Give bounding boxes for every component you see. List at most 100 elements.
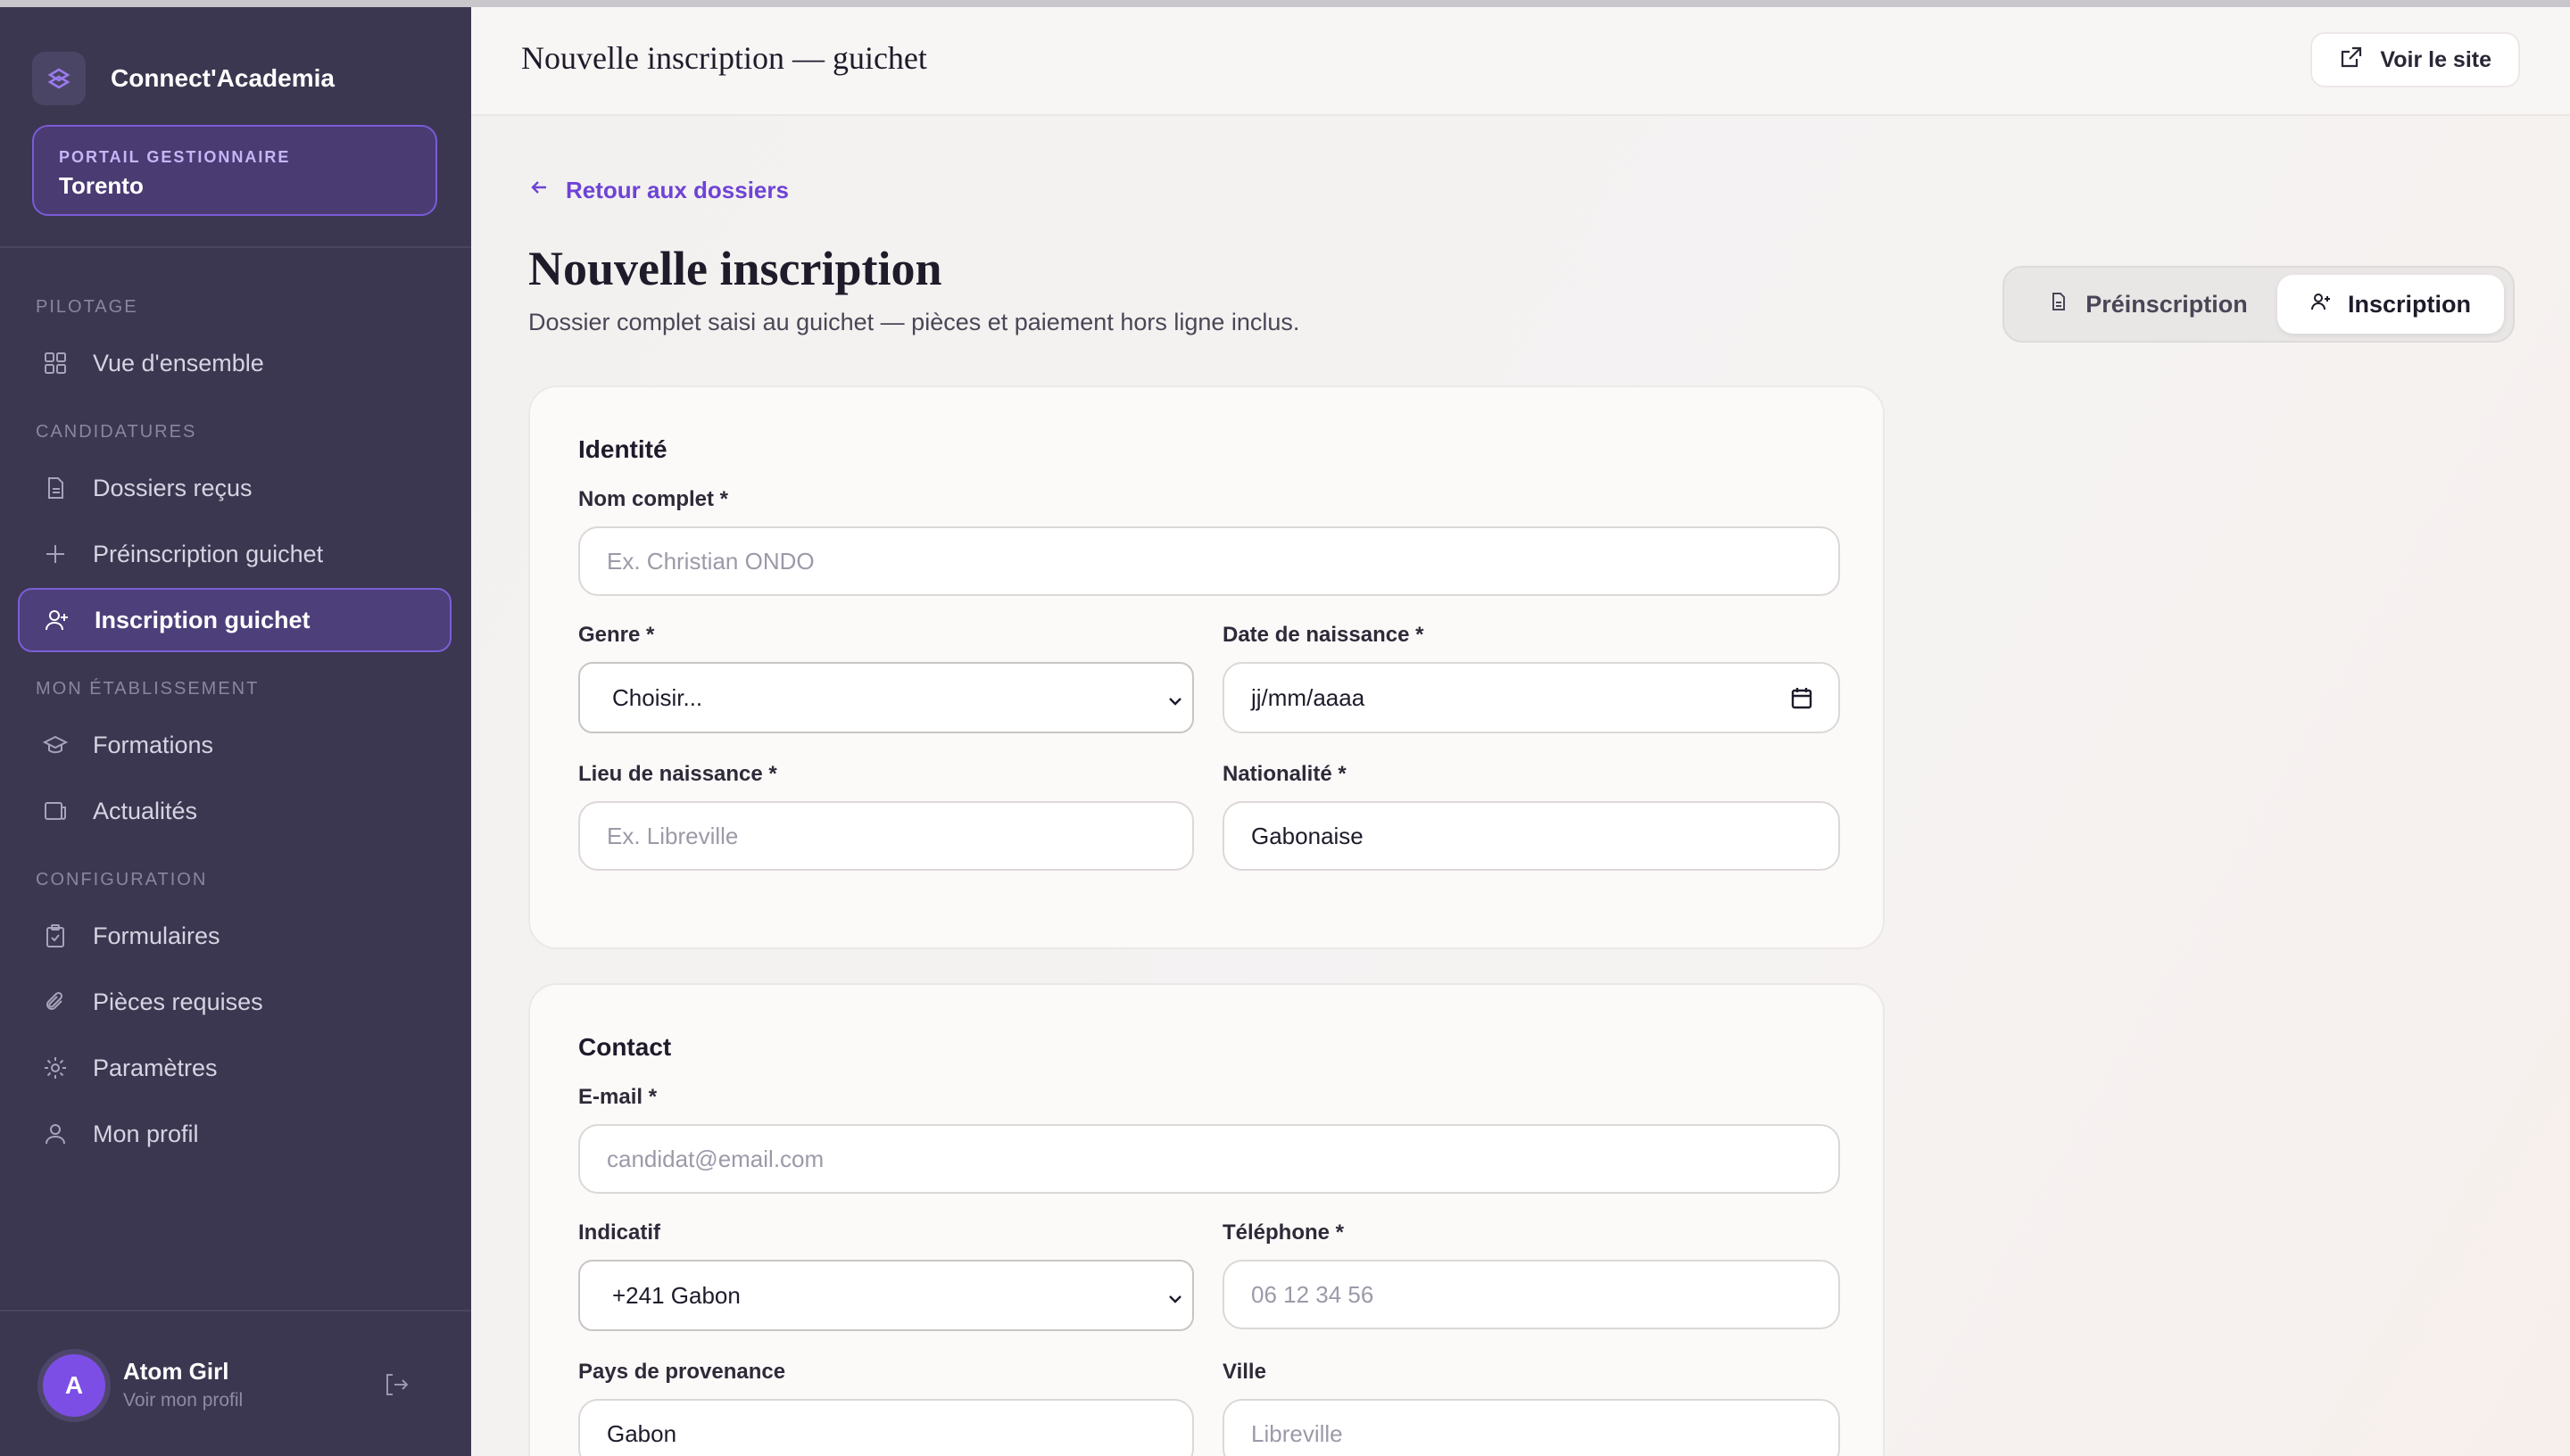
gender-value: Choisir... xyxy=(612,683,703,711)
graduation-cap-icon xyxy=(41,731,70,759)
country-label: Pays de provenance xyxy=(578,1360,786,1384)
birthplace-placeholder: Ex. Libreville xyxy=(607,822,739,849)
email-label: E-mail * xyxy=(578,1085,658,1109)
tab-label: Inscription xyxy=(2347,290,2471,318)
page-title: Nouvelle inscription xyxy=(528,242,942,295)
sidebar-item-label: Préinscription guichet xyxy=(93,540,324,567)
full-name-input[interactable]: Ex. Christian ONDO xyxy=(578,526,1840,596)
email-field[interactable]: candidat@email.com xyxy=(578,1124,1840,1194)
grid-icon xyxy=(41,349,70,377)
birthplace-label: Lieu de naissance * xyxy=(578,762,777,786)
birthplace-input[interactable]: Ex. Libreville xyxy=(578,801,1194,871)
sidebar-item-actualites[interactable]: Actualités xyxy=(18,779,452,843)
paperclip-icon xyxy=(41,988,70,1016)
sidebar-item-label: Pièces requises xyxy=(93,988,263,1015)
birthdate-label: Date de naissance * xyxy=(1223,623,1424,647)
brand[interactable]: Connect'Academia xyxy=(32,52,335,105)
contact-title: Contact xyxy=(578,1033,672,1061)
avatar[interactable]: A xyxy=(43,1354,105,1417)
portal-badge: PORTAIL GESTIONNAIRE Torento xyxy=(32,125,437,216)
sidebar-item-pieces[interactable]: Pièces requises xyxy=(18,970,452,1034)
window-top-border xyxy=(0,0,2570,7)
full-name-placeholder: Ex. Christian ONDO xyxy=(607,547,815,575)
dial-code-select[interactable]: +241 Gabon xyxy=(578,1260,1194,1331)
clipboard-check-icon xyxy=(41,922,70,950)
sidebar-item-label: Vue d'ensemble xyxy=(93,349,264,376)
view-site-button[interactable]: Voir le site xyxy=(2310,32,2520,87)
back-link[interactable]: Retour aux dossiers xyxy=(528,177,789,204)
sidebar-item-formations[interactable]: Formations xyxy=(18,713,452,777)
sidebar-item-label: Dossiers reçus xyxy=(93,474,253,501)
nationality-label: Nationalité * xyxy=(1223,762,1347,786)
sidebar-item-label: Actualités xyxy=(93,797,198,824)
sidebar-item-label: Inscription guichet xyxy=(95,606,311,633)
tab-preinscription[interactable]: Préinscription xyxy=(2011,275,2284,334)
mode-toggle: Préinscription Inscription xyxy=(2002,266,2515,343)
file-icon xyxy=(41,474,70,502)
phone-placeholder: 06 12 34 56 xyxy=(1251,1280,1374,1308)
chevron-down-icon xyxy=(1165,1286,1187,1304)
calendar-icon[interactable] xyxy=(1790,685,1813,710)
dial-code-label: Indicatif xyxy=(578,1220,661,1245)
user-icon xyxy=(41,1120,70,1148)
gender-label: Genre * xyxy=(578,623,655,647)
sidebar-item-preinscription[interactable]: Préinscription guichet xyxy=(18,522,452,586)
city-placeholder: Libreville xyxy=(1251,1419,1343,1447)
brand-name: Connect'Academia xyxy=(111,64,335,92)
sidebar-item-profil[interactable]: Mon profil xyxy=(18,1102,452,1166)
phone-input[interactable]: 06 12 34 56 xyxy=(1223,1260,1840,1329)
identity-card: Identité Nom complet * Ex. Christian OND… xyxy=(528,385,1885,949)
top-header: Nouvelle inscription — guichet Voir le s… xyxy=(471,7,2570,116)
user-panel: A Atom Girl Voir mon profil xyxy=(0,1310,471,1456)
plus-icon xyxy=(41,540,70,568)
country-value: Gabon xyxy=(607,1419,677,1447)
nav-section-candidatures: CANDIDATURES xyxy=(36,422,197,442)
header-title: Nouvelle inscription — guichet xyxy=(521,40,927,76)
email-placeholder: candidat@email.com xyxy=(607,1145,825,1172)
main-content: Retour aux dossiers Nouvelle inscription… xyxy=(471,116,2570,1456)
sidebar: Connect'Academia PORTAIL GESTIONNAIRE To… xyxy=(0,7,471,1456)
nationality-input[interactable]: Gabonaise xyxy=(1223,801,1840,871)
sidebar-item-overview[interactable]: Vue d'ensemble xyxy=(18,331,452,395)
birthdate-value: jj/mm/aaaa xyxy=(1251,683,1365,711)
tab-inscription[interactable]: Inscription xyxy=(2277,275,2504,334)
identity-title: Identité xyxy=(578,435,667,463)
dial-code-value: +241 Gabon xyxy=(612,1281,741,1309)
full-name-label: Nom complet * xyxy=(578,487,729,511)
portal-name: Torento xyxy=(59,172,144,199)
sidebar-item-label: Mon profil xyxy=(93,1120,199,1147)
sidebar-divider xyxy=(0,246,471,248)
gear-icon xyxy=(41,1054,70,1082)
external-link-icon xyxy=(2339,45,2364,76)
sidebar-item-inscription[interactable]: Inscription guichet xyxy=(18,588,452,652)
chevron-down-icon xyxy=(1165,689,1187,707)
sidebar-item-label: Formations xyxy=(93,731,214,758)
arrow-left-icon xyxy=(528,177,550,204)
country-input[interactable]: Gabon xyxy=(578,1399,1194,1456)
nav-section-configuration: CONFIGURATION xyxy=(36,870,208,889)
contact-card: Contact E-mail * candidat@email.com Indi… xyxy=(528,983,1885,1456)
user-profile-link[interactable]: Voir mon profil xyxy=(123,1390,243,1411)
tab-label: Préinscription xyxy=(2085,290,2248,318)
birthdate-input[interactable]: jj/mm/aaaa xyxy=(1223,662,1840,733)
sidebar-item-formulaires[interactable]: Formulaires xyxy=(18,904,452,968)
newspaper-icon xyxy=(41,797,70,825)
logout-icon[interactable] xyxy=(382,1370,418,1402)
city-label: Ville xyxy=(1223,1360,1266,1384)
nav-section-etablissement: MON ÉTABLISSEMENT xyxy=(36,679,260,699)
sidebar-item-dossiers[interactable]: Dossiers reçus xyxy=(18,456,452,520)
city-input[interactable]: Libreville xyxy=(1223,1399,1840,1456)
portal-label: PORTAIL GESTIONNAIRE xyxy=(59,148,291,166)
user-name[interactable]: Atom Girl xyxy=(123,1358,228,1386)
gender-select[interactable]: Choisir... xyxy=(578,662,1194,733)
back-link-label: Retour aux dossiers xyxy=(566,177,789,203)
file-icon xyxy=(2048,291,2069,318)
sidebar-item-parametres[interactable]: Paramètres xyxy=(18,1036,452,1100)
sidebar-item-label: Paramètres xyxy=(93,1054,218,1081)
brand-logo-icon xyxy=(32,52,86,105)
nav-section-pilotage: PILOTAGE xyxy=(36,297,138,317)
page-subtitle: Dossier complet saisi au guichet — pièce… xyxy=(528,309,1300,335)
nationality-value: Gabonaise xyxy=(1251,822,1364,849)
view-site-label: Voir le site xyxy=(2380,46,2491,72)
user-plus-icon xyxy=(43,606,71,634)
